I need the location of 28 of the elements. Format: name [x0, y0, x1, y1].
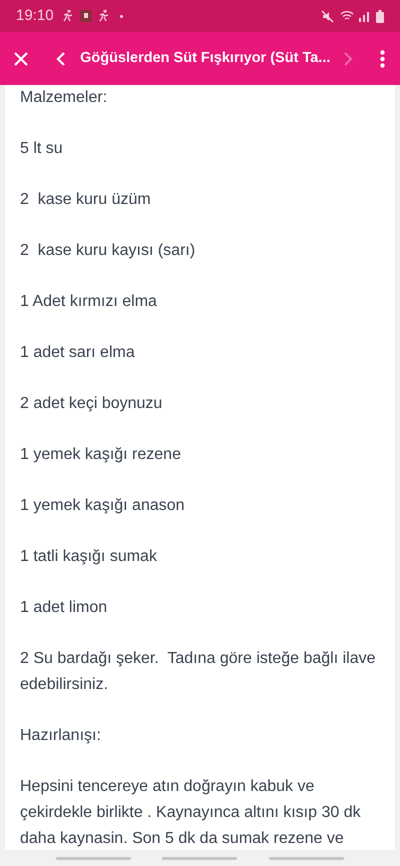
- ingredient-line: 1 adet sarı elma: [20, 343, 136, 363]
- running-person-icon: [98, 10, 110, 22]
- ingredient-line: 1 Adet kırmızı elma: [20, 292, 158, 312]
- ingredient-line: 1 yemek kaşığı anason: [20, 496, 186, 516]
- ingredient-line: 2 Su bardağı şeker. Tadına göre isteğe bağlı ilave edebilirsiniz.: [20, 649, 376, 695]
- ingredient-line: 2 kase kuru üzüm: [20, 190, 152, 210]
- running-person-icon: [62, 10, 74, 22]
- more-vertical-icon: [380, 50, 386, 68]
- ingredient-line: 5 lt su: [20, 139, 64, 159]
- mute-icon: [321, 10, 334, 22]
- ingredient-line: 1 tatli kaşığı sumak: [20, 547, 158, 567]
- notification-icon: [80, 10, 92, 22]
- status-time: 19:10: [16, 6, 54, 26]
- ingredient-line: 1 adet limon: [20, 598, 108, 618]
- ingredient-line: 1 yemek kaşığı rezene: [20, 445, 182, 465]
- page-title: Göğüslerden Süt Fışkırıyor (Süt Ta...: [80, 48, 330, 68]
- signal-icon: [358, 10, 370, 22]
- close-icon: [12, 50, 29, 66]
- chevron-right-icon: [342, 50, 353, 66]
- wifi-icon: [340, 10, 354, 22]
- dot-icon: [120, 14, 123, 18]
- battery-icon: [376, 10, 384, 22]
- chevron-left-icon: [56, 50, 66, 66]
- method-paragraph: Hepsini tencereye atın doğrayın kabuk ve çekirdekle birlikte . Kaynayınca altını kısıp 30 dk daha kaynasin. Son 5 dk da sumak rezene ve: [20, 777, 362, 849]
- section-heading: Hazırlanışı:: [20, 726, 102, 746]
- ingredient-line: 2 kase kuru kayısı (sarı): [20, 241, 196, 261]
- section-heading: Malzemeler:: [20, 88, 108, 108]
- ingredient-line: 2 adet keçi boynuzu: [20, 394, 164, 414]
